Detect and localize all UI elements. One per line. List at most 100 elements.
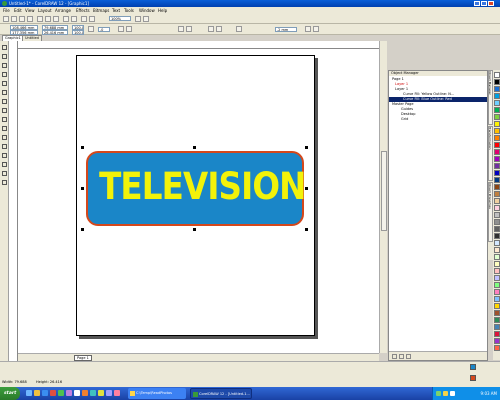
pick-tool-icon[interactable]	[1, 44, 8, 51]
interactive-blend-tool-icon[interactable]	[1, 143, 8, 150]
start-button[interactable]: start	[0, 387, 20, 400]
fill-tool-icon[interactable]	[1, 170, 8, 177]
outline-width-select[interactable]: .2 mm	[275, 27, 297, 32]
new-master-layer-icon[interactable]	[399, 354, 404, 359]
outline-swatch[interactable]	[470, 375, 476, 381]
close-button[interactable]	[488, 1, 494, 6]
palette-swatch[interactable]	[494, 240, 500, 246]
import-icon[interactable]	[81, 16, 87, 22]
palette-swatch[interactable]	[494, 310, 500, 316]
cut-icon[interactable]	[37, 16, 43, 22]
export-icon[interactable]	[89, 16, 95, 22]
menu-view[interactable]: View	[25, 8, 35, 13]
fill-swatch[interactable]	[470, 364, 476, 370]
menu-effects[interactable]: Effects	[76, 8, 90, 13]
text-tool-icon[interactable]	[1, 134, 8, 141]
tray-icon[interactable]	[443, 391, 448, 396]
quick-launch-app-icon[interactable]	[66, 390, 72, 396]
polygon-tool-icon[interactable]	[1, 116, 8, 123]
menu-window[interactable]: Window	[139, 8, 155, 13]
palette-swatch[interactable]	[494, 156, 500, 162]
palette-swatch[interactable]	[494, 128, 500, 134]
palette-swatch[interactable]	[494, 205, 500, 211]
palette-swatch[interactable]	[494, 303, 500, 309]
television-logo-text[interactable]: TELEVISION	[99, 158, 306, 216]
explorer-icon[interactable]	[34, 390, 40, 396]
zoom-tool-icon[interactable]	[1, 71, 8, 78]
wrap-text-icon[interactable]	[305, 26, 311, 32]
quick-launch-app-icon[interactable]	[74, 390, 80, 396]
palette-swatch[interactable]	[494, 86, 500, 92]
undo-icon[interactable]	[63, 16, 69, 22]
palette-swatch[interactable]	[494, 324, 500, 330]
vertical-scrollbar[interactable]	[379, 41, 387, 353]
horizontal-scrollbar[interactable]: Page 1	[18, 353, 379, 361]
palette-swatch[interactable]	[494, 317, 500, 323]
to-front-icon[interactable]	[208, 26, 214, 32]
corel-online-icon[interactable]	[143, 16, 149, 22]
palette-swatch[interactable]	[494, 93, 500, 99]
print-icon[interactable]	[27, 16, 33, 22]
interactive-fill-tool-icon[interactable]	[1, 179, 8, 186]
internet-explorer-icon[interactable]	[42, 390, 48, 396]
delete-icon[interactable]	[406, 354, 411, 359]
selection-handle-bottom-center[interactable]	[193, 228, 196, 231]
combine-icon[interactable]	[178, 26, 184, 32]
palette-swatch[interactable]	[494, 170, 500, 176]
palette-swatch[interactable]	[494, 261, 500, 267]
selection-handle-middle-left[interactable]	[81, 187, 84, 190]
palette-swatch[interactable]	[494, 72, 500, 78]
mirror-vertical-icon[interactable]	[126, 26, 132, 32]
application-launcher-icon[interactable]	[135, 16, 141, 22]
paste-icon[interactable]	[53, 16, 59, 22]
mirror-horizontal-icon[interactable]	[118, 26, 124, 32]
vertical-ruler[interactable]	[9, 41, 18, 361]
vertical-scroll-thumb[interactable]	[381, 151, 387, 231]
rectangle-tool-icon[interactable]	[1, 98, 8, 105]
taskbar-item-coreldraw[interactable]: CorelDRAW 12 - [Untitled-1...	[190, 388, 252, 399]
selection-handle-bottom-right[interactable]	[305, 228, 308, 231]
object-row[interactable]: Grid	[389, 117, 487, 122]
rotation-angle-field[interactable]: .0	[98, 27, 110, 32]
palette-swatch[interactable]	[494, 107, 500, 113]
palette-swatch[interactable]	[494, 121, 500, 127]
maximize-button[interactable]	[481, 1, 487, 6]
menu-arrange[interactable]: Arrange	[55, 8, 71, 13]
selection-handle-top-left[interactable]	[81, 146, 84, 149]
palette-swatch[interactable]	[494, 184, 500, 190]
smart-fill-tool-icon[interactable]	[1, 89, 8, 96]
palette-swatch[interactable]	[494, 345, 500, 351]
volume-icon[interactable]	[450, 391, 455, 396]
taskbar-item-folder[interactable]: C:\Temp\ReadPhotos	[128, 388, 186, 399]
quick-launch-app-icon[interactable]	[98, 390, 104, 396]
palette-swatch[interactable]	[494, 233, 500, 239]
palette-swatch[interactable]	[494, 254, 500, 260]
outline-tool-icon[interactable]	[1, 161, 8, 168]
palette-swatch[interactable]	[494, 212, 500, 218]
palette-swatch[interactable]	[494, 296, 500, 302]
redo-icon[interactable]	[71, 16, 77, 22]
palette-swatch[interactable]	[494, 219, 500, 225]
menu-bitmaps[interactable]: Bitmaps	[93, 8, 109, 13]
palette-swatch[interactable]	[494, 338, 500, 344]
palette-swatch[interactable]	[494, 247, 500, 253]
palette-swatch[interactable]	[494, 191, 500, 197]
menu-help[interactable]: Help	[158, 8, 167, 13]
selection-handle-middle-right[interactable]	[305, 187, 308, 190]
quick-launch-app-icon[interactable]	[58, 390, 64, 396]
shape-tool-icon[interactable]	[1, 53, 8, 60]
break-apart-icon[interactable]	[186, 26, 192, 32]
quick-launch-app-icon[interactable]	[106, 390, 112, 396]
palette-swatch[interactable]	[494, 268, 500, 274]
copy-icon[interactable]	[45, 16, 51, 22]
quick-launch-app-icon[interactable]	[50, 390, 56, 396]
quick-launch-app-icon[interactable]	[82, 390, 88, 396]
palette-swatch[interactable]	[494, 135, 500, 141]
quick-launch-app-icon[interactable]	[90, 390, 96, 396]
align-distribute-icon[interactable]	[313, 26, 319, 32]
palette-swatch[interactable]	[494, 177, 500, 183]
crop-tool-icon[interactable]	[1, 62, 8, 69]
convert-to-curves-icon[interactable]	[236, 26, 242, 32]
new-file-icon[interactable]	[3, 16, 9, 22]
palette-swatch[interactable]	[494, 100, 500, 106]
